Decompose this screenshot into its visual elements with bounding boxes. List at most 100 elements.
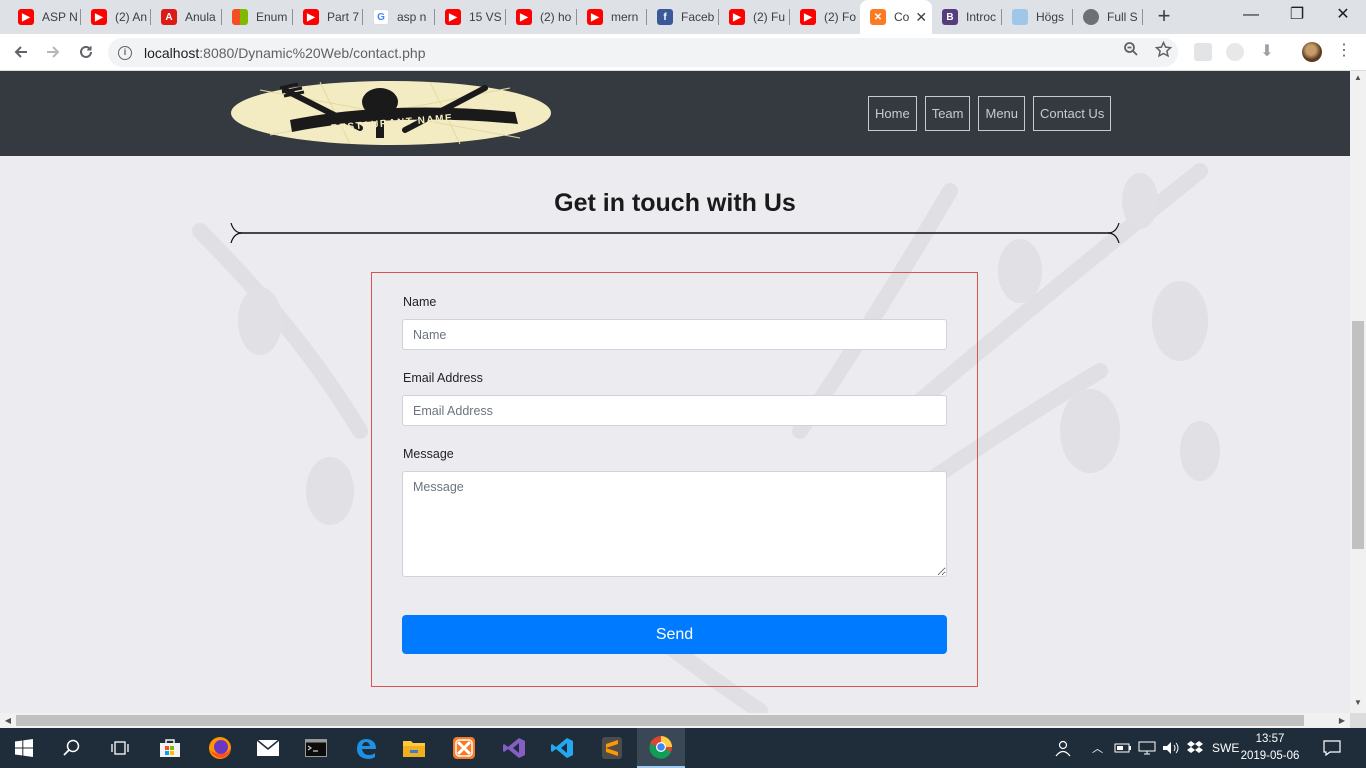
nav-home[interactable]: Home (868, 96, 917, 131)
vertical-scrollbar[interactable]: ▲ ▼ (1350, 71, 1366, 713)
restore-icon[interactable]: ❐ (1274, 0, 1320, 32)
browser-tab[interactable]: ▶ (2) Fo (790, 0, 860, 34)
terminal-icon[interactable] (292, 728, 340, 768)
nav-team[interactable]: Team (924, 96, 971, 131)
close-tab-icon[interactable]: ✕ (915, 9, 927, 26)
zoom-icon[interactable] (1122, 40, 1140, 58)
notifications-icon[interactable] (1323, 728, 1341, 768)
title-divider (230, 222, 1120, 244)
youtube-icon: ▶ (800, 9, 816, 25)
show-hidden-icons-icon[interactable]: ︿ (1092, 728, 1103, 768)
globe-icon (1083, 9, 1099, 25)
store-icon[interactable] (146, 728, 194, 768)
browser-tab[interactable]: B Introc (932, 0, 1002, 34)
browser-toolbar: i localhost:8080/Dynamic%20Web/contact.p… (0, 34, 1366, 71)
search-icon[interactable] (48, 728, 96, 768)
language-indicator[interactable]: SWE (1212, 728, 1239, 768)
tab-title: mern (611, 10, 639, 24)
xampp-icon[interactable] (440, 728, 488, 768)
vertical-scroll-thumb[interactable] (1352, 321, 1364, 549)
minimize-icon[interactable]: — (1228, 0, 1274, 32)
bootstrap-icon: B (942, 9, 958, 25)
facebook-icon: f (657, 9, 673, 25)
network-icon[interactable] (1138, 728, 1156, 768)
scrollbar-corner (1350, 713, 1366, 728)
file-explorer-icon[interactable] (390, 728, 438, 768)
tab-title: asp n (397, 10, 427, 24)
page-viewport: RESTAURANT NAME Home Team Menu Contact U… (0, 71, 1350, 713)
profile-avatar[interactable] (1302, 42, 1322, 62)
send-button[interactable]: Send (402, 615, 947, 654)
youtube-icon: ▶ (516, 9, 532, 25)
browser-tab[interactable]: f Faceb (647, 0, 719, 34)
tab-title: (2) Fu (753, 10, 786, 24)
edge-icon[interactable] (342, 728, 390, 768)
restaurant-logo[interactable]: RESTAURANT NAME (230, 80, 552, 146)
battery-icon[interactable] (1114, 728, 1132, 768)
download-icon[interactable]: ⬇ (1258, 43, 1276, 61)
microsoft-icon (232, 9, 248, 25)
new-tab-button[interactable]: + (1152, 5, 1176, 29)
browser-tab[interactable]: ▶ Part 7 (293, 0, 363, 34)
sublime-icon[interactable] (588, 728, 636, 768)
browser-tab[interactable]: A Anula (151, 0, 222, 34)
scroll-left-arrow-icon[interactable]: ◀ (0, 713, 16, 728)
close-window-icon[interactable]: ✕ (1320, 0, 1366, 32)
browser-tab[interactable]: ▶ ASP N (8, 0, 81, 34)
browser-tab[interactable]: Full S (1073, 0, 1143, 34)
forward-arrow-icon[interactable] (40, 40, 66, 64)
reload-icon[interactable] (73, 40, 99, 64)
mail-icon[interactable] (244, 728, 292, 768)
clock-date: 2019-05-06 (1240, 750, 1300, 762)
vscode-icon[interactable] (538, 728, 586, 768)
tab-title: ASP N (42, 10, 78, 24)
name-label: Name (403, 295, 437, 309)
windows-taskbar: ︿ SWE 13:57 2019-05-06 (0, 728, 1366, 768)
volume-icon[interactable] (1162, 728, 1180, 768)
browser-tab[interactable]: G asp n (363, 0, 435, 34)
browser-tab[interactable]: ▶ 15 VS (435, 0, 506, 34)
dropbox-icon[interactable] (1186, 728, 1204, 768)
page-title: Get in touch with Us (554, 189, 796, 217)
browser-tab[interactable]: ▶ (2) ho (506, 0, 577, 34)
browser-tab[interactable]: Enum (222, 0, 293, 34)
browser-tab[interactable]: ▶ (2) An (81, 0, 151, 34)
start-windows-icon[interactable] (0, 728, 48, 768)
youtube-icon: ▶ (729, 9, 745, 25)
info-icon[interactable]: i (118, 45, 132, 60)
angular-icon: A (161, 9, 177, 25)
task-view-icon[interactable] (96, 728, 144, 768)
people-icon[interactable] (1054, 728, 1072, 768)
main-nav: Home Team Menu Contact Us (868, 96, 1112, 131)
extension-icon[interactable] (1226, 43, 1244, 61)
message-label: Message (403, 447, 454, 461)
visual-studio-icon[interactable] (490, 728, 538, 768)
email-input[interactable] (402, 395, 947, 426)
more-menu-icon[interactable]: ⋮ (1336, 43, 1352, 63)
browser-tab[interactable]: Högs (1002, 0, 1073, 34)
tab-title: Faceb (681, 10, 715, 24)
tab-title: Introc (966, 10, 997, 24)
browser-tab[interactable]: ▶ (2) Fu (719, 0, 790, 34)
taskbar-clock[interactable]: 13:57 2019-05-06 (1240, 731, 1300, 765)
browser-tab[interactable]: ▶ mern (577, 0, 647, 34)
youtube-icon: ▶ (18, 9, 34, 25)
scroll-right-arrow-icon[interactable]: ▶ (1334, 713, 1350, 728)
nav-contact-us[interactable]: Contact Us (1033, 96, 1112, 131)
scroll-up-arrow-icon[interactable]: ▲ (1350, 71, 1366, 85)
firefox-icon[interactable] (196, 728, 244, 768)
browser-tab-strip: ▶ ASP N ▶ (2) An A Anula Enum ▶ Part 7 G… (0, 0, 1366, 34)
address-bar[interactable]: i localhost:8080/Dynamic%20Web/contact.p… (108, 38, 1178, 67)
horizontal-scroll-thumb[interactable] (16, 715, 1304, 726)
tab-title: (2) ho (540, 10, 572, 24)
horizontal-scrollbar[interactable]: ◀ ▶ (0, 713, 1350, 728)
scroll-down-arrow-icon[interactable]: ▼ (1350, 696, 1366, 710)
message-textarea[interactable] (402, 471, 947, 577)
extension-icon[interactable] (1194, 43, 1212, 61)
back-arrow-icon[interactable] (8, 40, 34, 64)
chrome-icon[interactable] (637, 728, 685, 768)
bookmark-star-icon[interactable] (1154, 40, 1172, 58)
name-input[interactable] (402, 319, 947, 350)
nav-menu[interactable]: Menu (978, 96, 1026, 131)
browser-tab-active[interactable]: ✕ Co ✕ (860, 0, 932, 34)
